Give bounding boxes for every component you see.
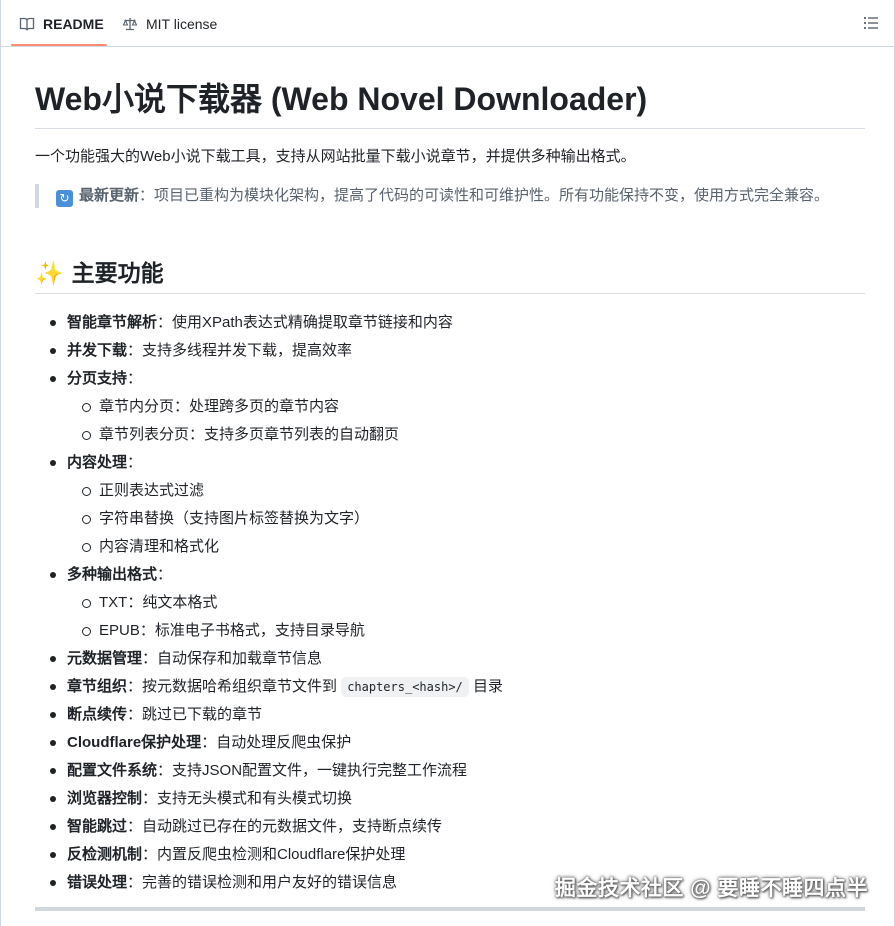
feature-name: 反检测机制 <box>67 846 143 863</box>
feature-desc: ： <box>157 566 173 583</box>
feature-desc: ： <box>127 370 143 387</box>
feature-desc: ：支持JSON配置文件，一键执行完整工作流程 <box>157 762 468 779</box>
feature-name: 内容处理 <box>67 454 128 471</box>
list-item: 断点续传：跳过已下载的章节 <box>35 701 865 729</box>
list-item: 内容处理： 正则表达式过滤 字符串替换（支持图片标签替换为文字） 内容清理和格式… <box>35 449 865 561</box>
update-label: 最新更新 <box>79 187 140 204</box>
feature-desc-after: 目录 <box>468 678 503 695</box>
sub-list-item: 字符串替换（支持图片标签替换为文字） <box>67 505 865 533</box>
arrows-cycle-icon: ↻ <box>56 190 73 207</box>
page-title: Web小说下载器 (Web Novel Downloader) <box>35 81 648 117</box>
list-item: 浏览器控制：支持无头模式和有头模式切换 <box>35 785 865 813</box>
sub-list-item: 正则表达式过滤 <box>67 477 865 505</box>
feature-desc: ：自动跳过已存在的元数据文件，支持断点续传 <box>127 818 443 835</box>
sub-list-item: TXT：纯文本格式 <box>67 589 865 617</box>
active-tab-indicator <box>11 44 107 46</box>
list-item: 多种输出格式： TXT：纯文本格式 EPUB：标准电子书格式，支持目录导航 <box>35 561 865 645</box>
bottom-divider <box>35 907 865 911</box>
list-item: 分页支持： 章节内分页：处理跨多页的章节内容 章节列表分页：支持多页章节列表的自… <box>35 365 865 449</box>
feature-desc: ：跳过已下载的章节 <box>127 706 263 723</box>
feature-name: 错误处理 <box>67 874 128 891</box>
sub-list-item: 章节列表分页：支持多页章节列表的自动翻页 <box>67 421 865 449</box>
list-unordered-icon[interactable] <box>862 14 880 32</box>
feature-desc: ：自动保存和加载章节信息 <box>142 650 323 667</box>
list-item: 元数据管理：自动保存和加载章节信息 <box>35 645 865 673</box>
feature-desc: ：内置反爬虫检测和Cloudflare保护处理 <box>142 846 406 863</box>
feature-name: 智能章节解析 <box>67 314 158 331</box>
readme-panel: README MIT license Web小说下载器 (Web Novel D… <box>0 0 895 926</box>
tab-bar: README MIT license <box>1 0 894 47</box>
tab-readme[interactable]: README <box>19 0 104 47</box>
title-divider <box>35 128 865 129</box>
feature-desc: ：使用XPath表达式精确提取章节链接和内容 <box>157 314 453 331</box>
feature-name: 智能跳过 <box>67 818 128 835</box>
law-scale-icon <box>122 17 138 30</box>
sub-list-item: EPUB：标准电子书格式，支持目录导航 <box>67 617 865 645</box>
feature-desc: ：按元数据哈希组织章节文件到 <box>127 678 342 695</box>
feature-desc: ：支持无头模式和有头模式切换 <box>142 790 353 807</box>
list-item: 章节组织：按元数据哈希组织章节文件到 chapters_<hash>/ 目录 <box>35 673 865 701</box>
feature-desc: ：自动处理反爬虫保护 <box>201 734 352 751</box>
feature-desc: ：支持多线程并发下载，提高效率 <box>127 342 353 359</box>
feature-name: 元数据管理 <box>67 650 143 667</box>
feature-name: Cloudflare保护处理 <box>67 734 202 751</box>
feature-name: 分页支持 <box>67 370 128 387</box>
sparkles-icon: ✨ <box>35 260 64 286</box>
list-item: 智能跳过：自动跳过已存在的元数据文件，支持断点续传 <box>35 813 865 841</box>
feature-desc: ： <box>127 454 143 471</box>
sub-list-item: 内容清理和格式化 <box>67 533 865 561</box>
list-item: 配置文件系统：支持JSON配置文件，一键执行完整工作流程 <box>35 757 865 785</box>
feature-desc: ：完善的错误检测和用户友好的错误信息 <box>127 874 398 891</box>
feature-name: 多种输出格式 <box>67 566 158 583</box>
list-item: 智能章节解析：使用XPath表达式精确提取章节链接和内容 <box>35 309 865 337</box>
section-divider <box>35 293 865 294</box>
features-list: 智能章节解析：使用XPath表达式精确提取章节链接和内容 并发下载：支持多线程并… <box>35 309 865 897</box>
book-icon <box>19 17 35 31</box>
sub-list-item: 章节内分页：处理跨多页的章节内容 <box>67 393 865 421</box>
feature-name: 并发下载 <box>67 342 128 359</box>
tab-license-label: MIT license <box>146 15 218 32</box>
tab-license[interactable]: MIT license <box>122 0 217 47</box>
inline-code: chapters_<hash>/ <box>341 677 469 697</box>
sub-list: 章节内分页：处理跨多页的章节内容 章节列表分页：支持多页章节列表的自动翻页 <box>67 393 865 449</box>
list-item: 反检测机制：内置反爬虫检测和Cloudflare保护处理 <box>35 841 865 869</box>
intro-paragraph: 一个功能强大的Web小说下载工具，支持从网站批量下载小说章节，并提供多种输出格式… <box>35 148 636 165</box>
feature-name: 浏览器控制 <box>67 790 143 807</box>
update-notice: ↻ 最新更新：项目已重构为模块化架构，提高了代码的可读性和可维护性。所有功能保持不… <box>35 184 865 208</box>
watermark: 掘金技术社区 @ 要睡不睡四点半 <box>554 877 868 900</box>
update-text: ：项目已重构为模块化架构，提高了代码的可读性和可维护性。所有功能保持不变，使用方… <box>139 187 830 204</box>
features-heading-text: 主要功能 <box>71 260 164 286</box>
features-heading: ✨ 主要功能 <box>35 257 865 289</box>
list-item: 并发下载：支持多线程并发下载，提高效率 <box>35 337 865 365</box>
feature-name: 章节组织 <box>67 678 128 695</box>
feature-name: 断点续传 <box>67 706 128 723</box>
sub-list: 正则表达式过滤 字符串替换（支持图片标签替换为文字） 内容清理和格式化 <box>67 477 865 561</box>
list-item: Cloudflare保护处理：自动处理反爬虫保护 <box>35 729 865 757</box>
tab-readme-label: README <box>43 15 104 32</box>
feature-name: 配置文件系统 <box>67 762 158 779</box>
sub-list: TXT：纯文本格式 EPUB：标准电子书格式，支持目录导航 <box>67 589 865 645</box>
